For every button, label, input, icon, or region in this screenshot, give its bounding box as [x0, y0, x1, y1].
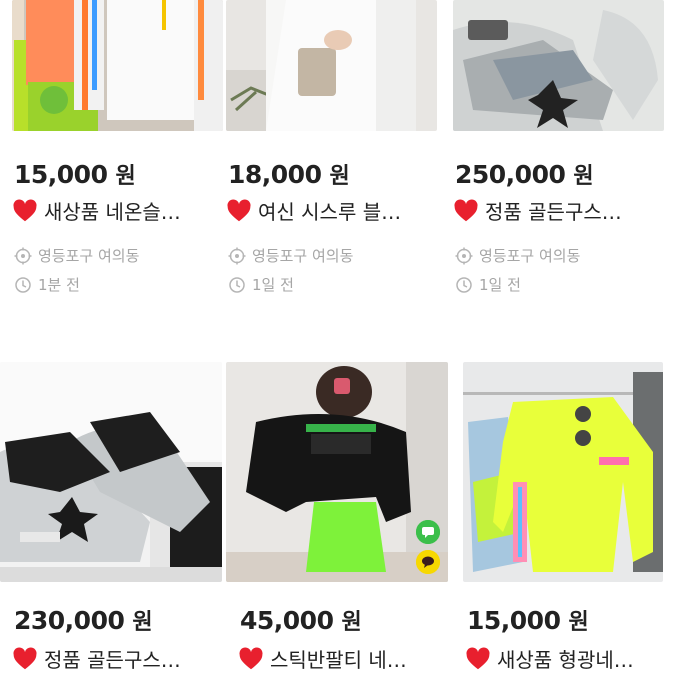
- location: 영등포구 여의동: [14, 245, 139, 266]
- price: 15,000 원: [14, 160, 136, 189]
- listing-title[interactable]: 정품 골든구스…: [453, 196, 622, 225]
- location: 영등포구 여의동: [455, 245, 580, 266]
- clock-icon: [456, 276, 472, 293]
- listing-title[interactable]: 새상품 네온슬…: [12, 196, 181, 225]
- listing-image-neon-yellow-longsleeve[interactable]: [463, 362, 663, 582]
- posted-time: 1일 전: [455, 274, 521, 295]
- posted-time: 1분 전: [14, 274, 80, 295]
- clock-icon: [229, 276, 245, 293]
- chat-icon: [422, 527, 434, 538]
- listing-image-golden-goose-sneakers-silver[interactable]: [0, 362, 222, 582]
- price: 230,000 원: [14, 606, 153, 635]
- heart-icon: [13, 199, 37, 221]
- price: 18,000 원: [228, 160, 350, 189]
- price: 15,000 원: [467, 606, 589, 635]
- listing-image-golden-goose-sneakers-grey[interactable]: [453, 0, 664, 131]
- listing-title[interactable]: 정품 골든구스…: [12, 644, 181, 673]
- listing-image-black-tee-neon-skirt[interactable]: [226, 362, 448, 582]
- listing-title[interactable]: 여신 시스루 블…: [226, 196, 401, 225]
- kakao-talk-icon: [422, 556, 434, 568]
- heart-icon: [239, 647, 263, 669]
- price: 250,000 원: [455, 160, 594, 189]
- heart-icon: [454, 199, 478, 221]
- listing-title[interactable]: 새상품 형광네…: [465, 644, 634, 673]
- listing-image-white-see-through-blouse[interactable]: [226, 0, 437, 131]
- location: 영등포구 여의동: [228, 245, 353, 266]
- kakao-button[interactable]: [416, 550, 440, 574]
- chat-button[interactable]: [416, 520, 440, 544]
- location-crosshair-icon: [228, 247, 246, 264]
- heart-icon: [227, 199, 251, 221]
- clock-icon: [15, 276, 31, 293]
- location-crosshair-icon: [14, 247, 32, 264]
- listing-title[interactable]: 스틱반팔티 네…: [238, 644, 407, 673]
- price: 45,000 원: [240, 606, 362, 635]
- location-crosshair-icon: [455, 247, 473, 264]
- posted-time: 1일 전: [228, 274, 294, 295]
- heart-icon: [13, 647, 37, 669]
- heart-icon: [466, 647, 490, 669]
- listing-image-neon-clothes-rack[interactable]: [12, 0, 223, 131]
